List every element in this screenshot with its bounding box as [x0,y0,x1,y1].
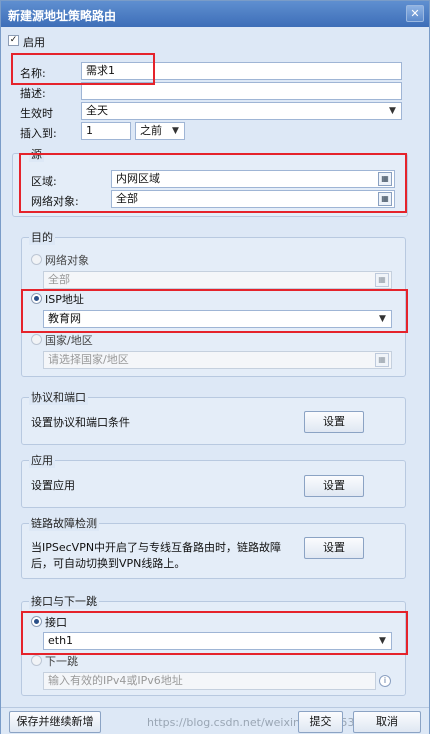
source-netobj-label: 网络对象: [31,195,79,208]
chevron-down-icon: ▼ [379,636,386,646]
picker-icon[interactable]: ▦ [378,172,392,186]
dialog-title: 新建源地址策略路由 [8,9,117,23]
interface-value: eth1 [48,634,74,647]
effective-value: 全天 [86,104,108,117]
app-desc: 设置应用 [31,479,75,492]
submit-button[interactable]: 提交 [298,711,343,733]
dest-country-placeholder: 请选择国家/地区 [48,353,129,366]
dialog-body: ✓ 启用 名称: 需求1 描述: 生效时 全天 ▼ 插入到: 1 之前 ▼ 源 … [1,27,429,707]
picker-icon[interactable]: ▦ [378,192,392,206]
dest-netobj-radio[interactable] [31,254,42,265]
desc-label: 描述: [20,87,46,100]
insert-label: 插入到: [20,127,57,140]
dest-netobj-label: 网络对象 [45,254,89,267]
chevron-down-icon: ▼ [389,106,396,116]
interface-radio[interactable] [31,616,42,627]
name-input[interactable]: 需求1 [81,62,402,80]
protocol-settings-button[interactable]: 设置 [304,411,364,433]
source-netobj-value: 全部 [116,192,138,205]
zone-label: 区域: [31,175,57,188]
chevron-down-icon: ▼ [172,126,179,136]
source-netobj-input[interactable]: 全部 ▦ [111,190,395,208]
zone-input[interactable]: 内网区域 ▦ [111,170,395,188]
nexthop-label: 下一跳 [45,655,78,668]
dest-country-label: 国家/地区 [45,334,93,347]
protocol-group-title: 协议和端口 [29,389,88,405]
cancel-button[interactable]: 取消 [353,711,421,733]
insert-relative-value: 之前 [140,124,162,137]
dialog: 新建源地址策略路由 ✕ ✓ 启用 名称: 需求1 描述: 生效时 全天 ▼ 插入… [0,0,430,734]
app-settings-button[interactable]: 设置 [304,475,364,497]
enable-checkbox[interactable]: ✓ [8,35,19,46]
destination-group-title: 目的 [29,229,55,245]
dest-isp-select[interactable]: 教育网 ▼ [43,310,392,328]
effective-select[interactable]: 全天 ▼ [81,102,402,120]
interface-label: 接口 [45,616,67,629]
enable-label: 启用 [23,36,45,49]
save-and-new-button[interactable]: 保存并继续新增 [9,711,101,733]
name-label: 名称: [20,67,46,80]
dialog-footer: 保存并继续新增 https://blog.csdn.net/weixin_439… [1,707,429,734]
dest-country-input[interactable]: 请选择国家/地区 ▦ [43,351,392,369]
picker-icon: ▦ [375,353,389,367]
effective-label: 生效时 [20,107,53,120]
nexthop-group-title: 接口与下一跳 [29,593,99,609]
dest-isp-label: ISP地址 [45,293,84,306]
link-detect-settings-button[interactable]: 设置 [304,537,364,559]
info-icon[interactable]: i [379,675,391,687]
interface-select[interactable]: eth1 ▼ [43,632,392,650]
nexthop-radio[interactable] [31,655,42,666]
picker-icon: ▦ [375,273,389,287]
chevron-down-icon: ▼ [379,314,386,324]
zone-value: 内网区域 [116,172,160,185]
insert-relative-select[interactable]: 之前 ▼ [135,122,185,140]
source-group-title: 源 [29,146,44,162]
nexthop-input[interactable]: 输入有效的IPv4或IPv6地址 [43,672,376,690]
close-icon[interactable]: ✕ [406,5,424,22]
dest-netobj-value: 全部 [48,273,70,286]
title-bar: 新建源地址策略路由 ✕ [1,1,429,27]
protocol-desc: 设置协议和端口条件 [31,416,130,429]
link-detect-desc-line2: 后，可自动切换到VPN线路上。 [31,557,186,570]
link-detect-group-title: 链路故障检测 [29,515,99,531]
dest-isp-value: 教育网 [48,312,81,325]
dest-isp-radio[interactable] [31,293,42,304]
dest-country-radio[interactable] [31,334,42,345]
insert-position-input[interactable]: 1 [81,122,131,140]
dest-netobj-input[interactable]: 全部 ▦ [43,271,392,289]
app-group-title: 应用 [29,452,55,468]
link-detect-desc-line1: 当IPSecVPN中开启了与专线互备路由时，链路故障 [31,541,282,554]
desc-input[interactable] [81,82,402,100]
